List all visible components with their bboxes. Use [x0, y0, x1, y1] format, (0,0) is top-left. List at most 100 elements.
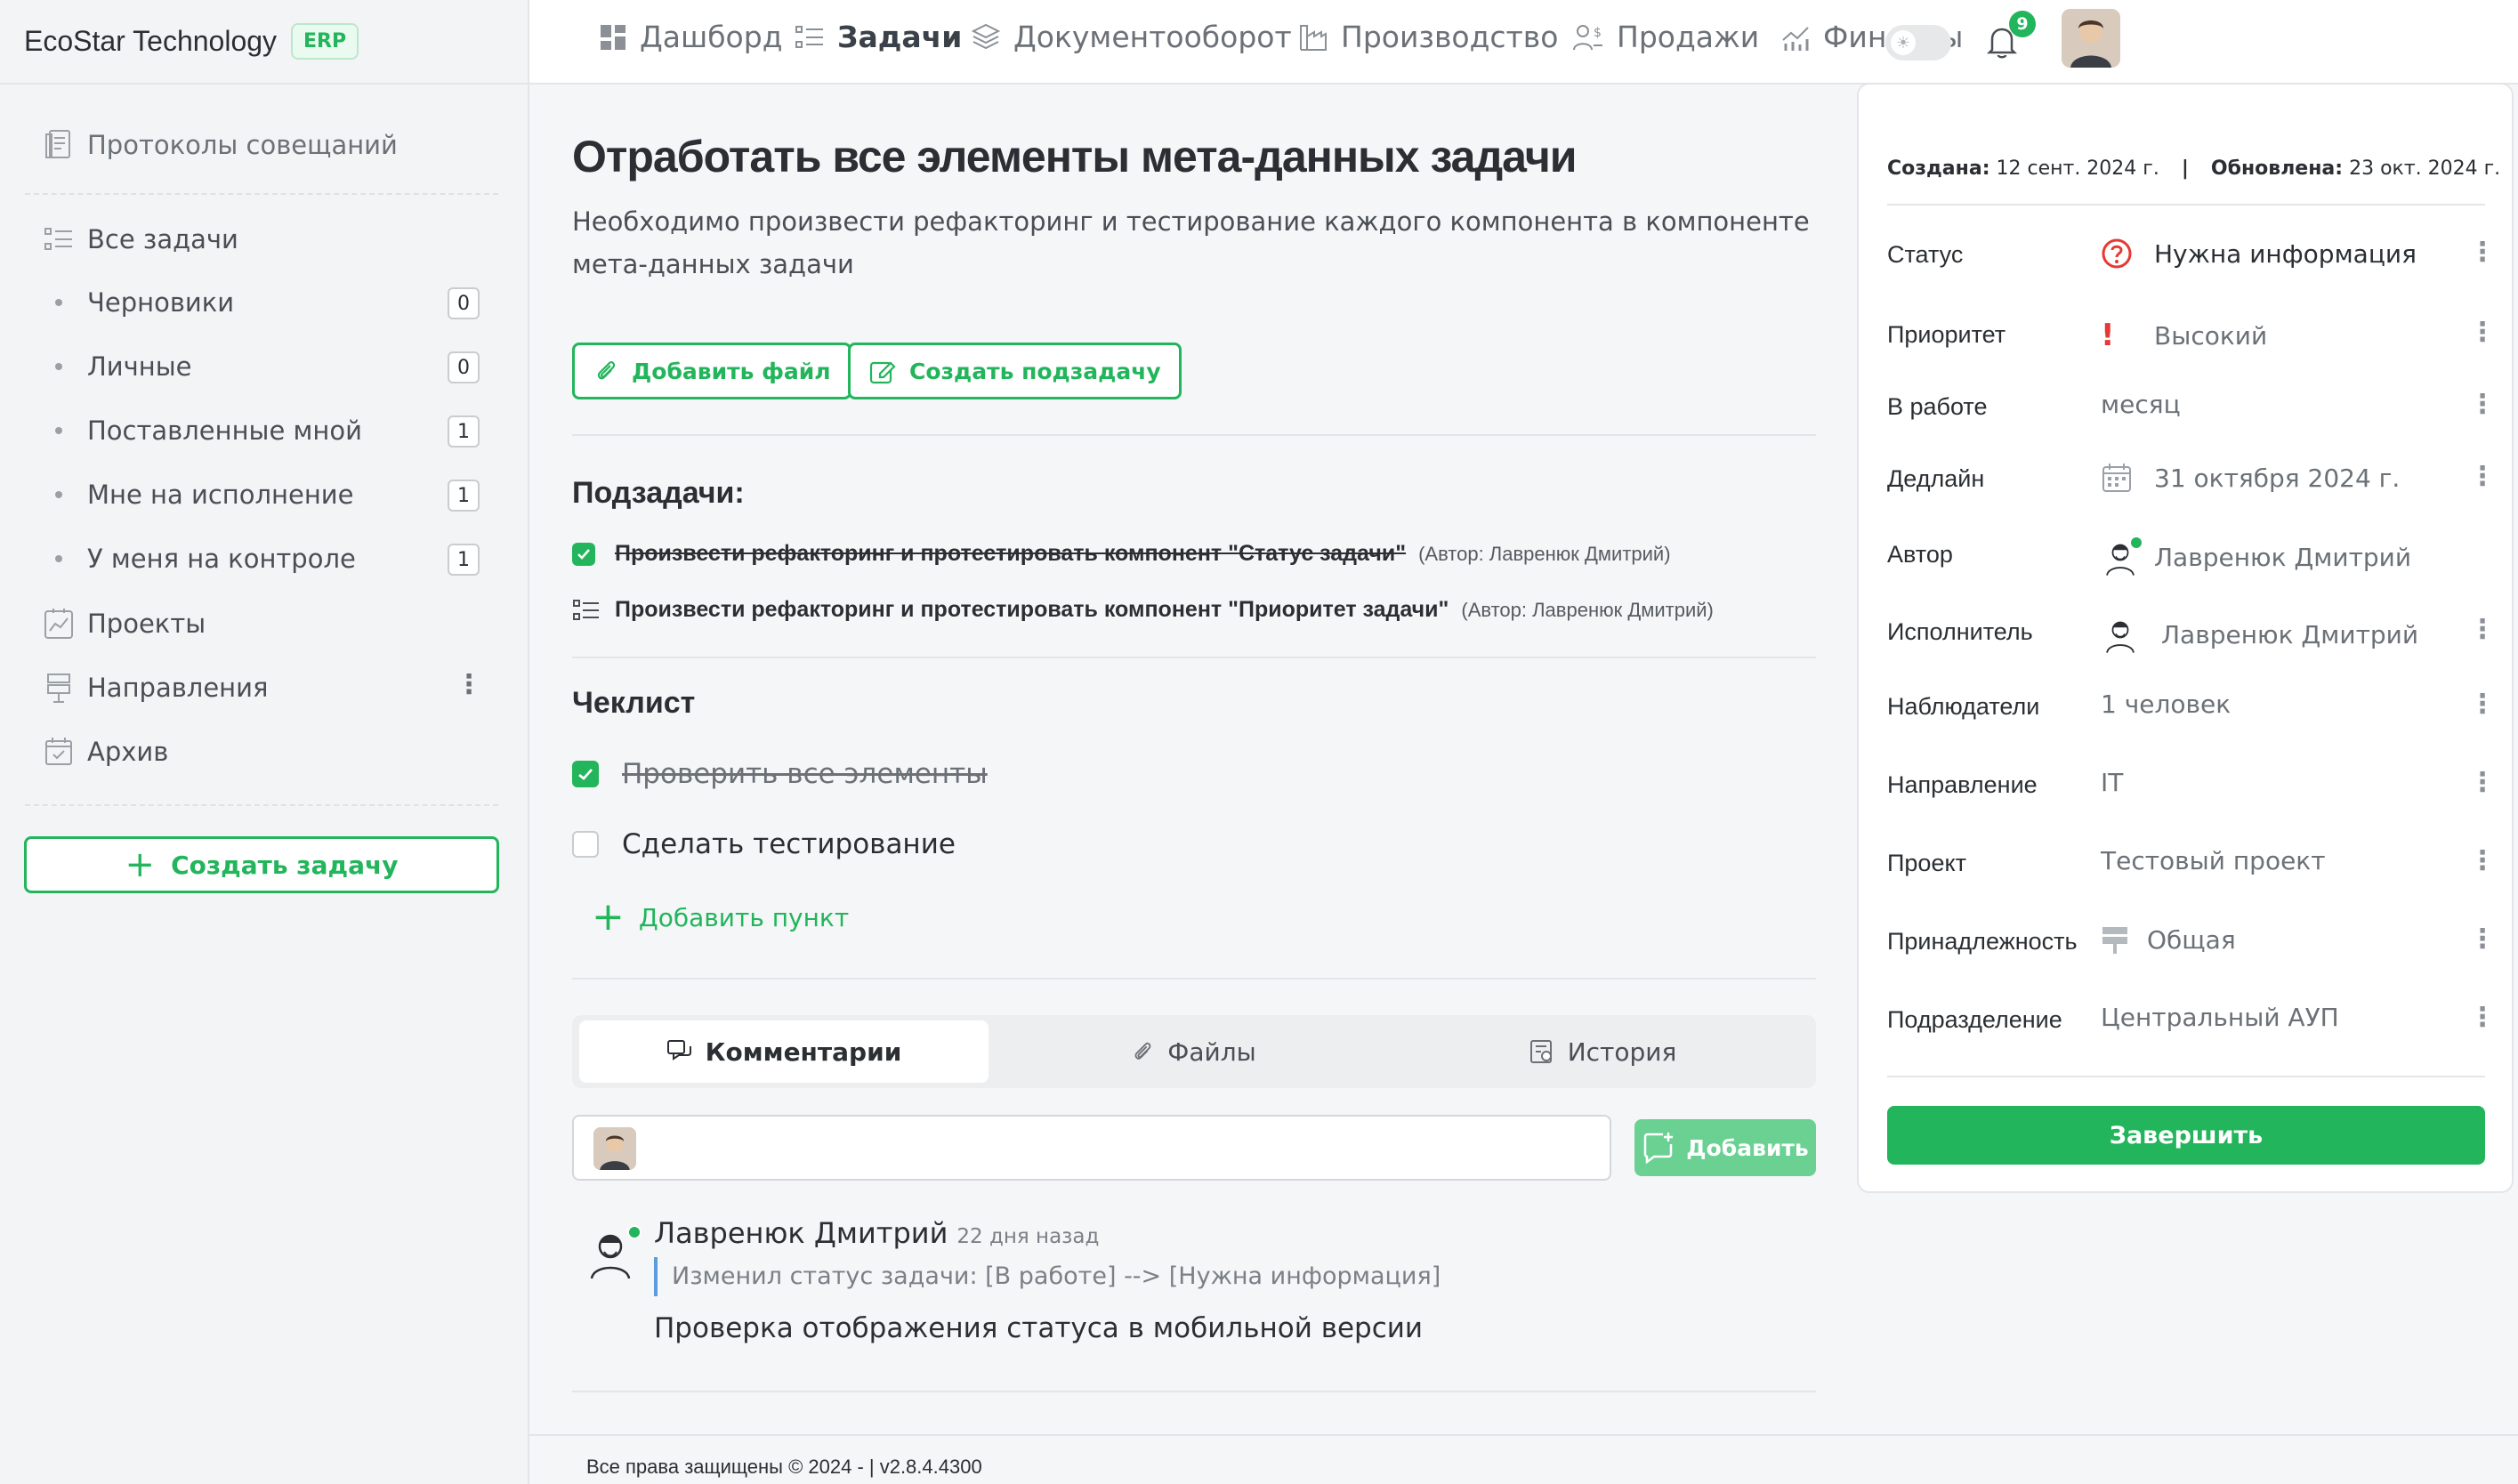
tab-label: История: [1567, 1036, 1677, 1067]
avatar: [2101, 537, 2142, 577]
meta-value[interactable]: IT: [2101, 768, 2123, 797]
sidebar-item-archive[interactable]: Архив: [43, 736, 168, 768]
meta-row-priority[interactable]: Приоритет ! Высокий ⋮: [1887, 312, 2496, 357]
checkbox-checked-icon[interactable]: [572, 761, 599, 787]
task-description: Необходимо произвести рефакторинг и тест…: [572, 206, 1810, 279]
more-vertical-icon[interactable]: ⋮: [2469, 770, 2496, 796]
page-title: Отработать все элементы мета-данных зада…: [572, 132, 1578, 181]
meta-value[interactable]: Лавренюк Дмитрий: [2101, 537, 2411, 577]
user-avatar[interactable]: [2062, 9, 2120, 68]
sidebar-subitem-personal[interactable]: Личные: [55, 351, 192, 382]
more-vertical-icon[interactable]: ⋮: [2469, 926, 2496, 953]
comment-input[interactable]: [572, 1115, 1611, 1181]
more-vertical-icon[interactable]: ⋮: [2469, 319, 2496, 346]
more-vertical-icon[interactable]: ⋮: [2469, 848, 2496, 875]
tab-history[interactable]: История: [1398, 1020, 1807, 1083]
divider: [572, 1391, 1816, 1392]
theme-toggle[interactable]: ☀: [1885, 25, 1951, 60]
create-task-button[interactable]: + Создать задачу: [24, 836, 499, 893]
sidebar-subitem-assigned-by-me[interactable]: Поставленные мной: [55, 415, 362, 446]
more-vertical-icon[interactable]: ⋮: [2469, 391, 2496, 418]
checklist-item[interactable]: Сделать тестирование: [572, 828, 956, 860]
plus-icon: +: [125, 844, 156, 885]
more-vertical-icon[interactable]: ⋮: [2469, 691, 2496, 718]
meta-row-assignee[interactable]: Исполнитель Лавренюк Дмитрий ⋮: [1887, 609, 2496, 654]
nav-dashboard[interactable]: Дашборд: [599, 20, 783, 54]
sidebar-item-projects[interactable]: Проекты: [43, 608, 206, 640]
subtask-name[interactable]: Произвести рефакторинг и протестировать …: [615, 541, 1406, 567]
nav-production[interactable]: Производство: [1298, 20, 1558, 54]
meta-row-department[interactable]: Подразделение Центральный АУП ⋮: [1887, 997, 2496, 1042]
sidebar-subitem-under-control[interactable]: У меня на контроле: [55, 544, 356, 574]
more-vertical-icon[interactable]: ⋮: [2469, 239, 2496, 266]
tab-files[interactable]: Файлы: [989, 1020, 1398, 1083]
sidebar-item-protocols[interactable]: Протоколы совещаний: [43, 129, 398, 161]
checkbox-checked-icon[interactable]: [572, 542, 595, 566]
create-subtask-button[interactable]: Создать подзадачу: [848, 343, 1182, 399]
meta-value[interactable]: ! Высокий: [2101, 318, 2267, 353]
comment-author[interactable]: Лавренюк Дмитрий: [654, 1216, 948, 1250]
subtask-item[interactable]: Произвести рефакторинг и протестировать …: [572, 541, 1671, 567]
meta-row-observers[interactable]: Наблюдатели 1 человек ⋮: [1887, 684, 2496, 729]
sidebar-item-all-tasks[interactable]: Все задачи: [43, 223, 238, 255]
meta-row-in-work[interactable]: В работе месяц ⋮: [1887, 384, 2496, 429]
sidebar-divider: [25, 193, 498, 195]
nav-sales[interactable]: $ Продажи: [1572, 20, 1759, 54]
meta-value[interactable]: 1 человек: [2101, 690, 2231, 719]
department-value: Центральный АУП: [2101, 1003, 2339, 1032]
meta-label: Автор: [1887, 541, 1953, 568]
count-badge: 1: [448, 544, 480, 576]
archive-icon: [43, 736, 75, 768]
bullet: [55, 299, 62, 306]
divider: [572, 978, 1816, 980]
sidebar-subitem-label: Черновики: [87, 287, 235, 318]
nav-label: Задачи: [837, 20, 963, 54]
tab-comments[interactable]: Комментарии: [579, 1020, 989, 1083]
checklist-title: Чеклист: [572, 686, 696, 720]
sidebar-item-directions[interactable]: Направления: [43, 672, 268, 704]
add-file-button[interactable]: Добавить файл: [572, 343, 851, 399]
meta-value[interactable]: Центральный АУП: [2101, 1003, 2339, 1032]
checklist-item[interactable]: Проверить все элементы: [572, 758, 988, 790]
meta-row-deadline[interactable]: Дедлайн 31 октября 2024 г. ⋮: [1887, 456, 2496, 501]
nav-label: Продажи: [1617, 20, 1760, 54]
more-vertical-icon[interactable]: ⋮: [2469, 464, 2496, 490]
sidebar-subitem-to-execute[interactable]: Мне на исполнение: [55, 480, 353, 510]
meta-row-ownership[interactable]: Принадлежность Общая ⋮: [1887, 919, 2496, 964]
sidebar-subitem-drafts[interactable]: Черновики: [55, 287, 234, 318]
more-vertical-icon[interactable]: ⋮: [2469, 1004, 2496, 1031]
paperclip-icon: [1134, 1042, 1151, 1060]
meta-label: Направление: [1887, 771, 2038, 798]
add-comment-button[interactable]: Добавить: [1634, 1119, 1816, 1176]
chart-board-icon: [43, 608, 75, 640]
subtask-author: (Автор: Лавренюк Дмитрий): [1461, 598, 1714, 621]
meta-row-direction[interactable]: Направление IT ⋮: [1887, 762, 2496, 807]
checkbox-unchecked-icon[interactable]: [572, 831, 599, 858]
meta-row-status[interactable]: Статус Нужна информация ⋮: [1887, 232, 2496, 277]
add-checklist-item-button[interactable]: + Добавить пункт: [592, 898, 849, 937]
updated-label: Обновлена:: [2210, 157, 2344, 180]
nav-tasks[interactable]: Задачи: [795, 20, 962, 54]
nav-documents[interactable]: Документооборот: [971, 20, 1292, 54]
more-vertical-icon[interactable]: ⋮: [2469, 617, 2496, 643]
meta-row-project[interactable]: Проект Тестовый проект ⋮: [1887, 841, 2496, 885]
meta-value[interactable]: Тестовый проект: [2101, 846, 2326, 875]
subtask-name[interactable]: Произвести рефакторинг и протестировать …: [615, 597, 1449, 623]
finish-button[interactable]: Завершить: [1887, 1106, 2485, 1165]
ownership-value: Общая: [2147, 924, 2236, 955]
count-badge: 1: [448, 480, 480, 512]
subtask-item[interactable]: Произвести рефакторинг и протестировать …: [572, 597, 1714, 623]
avatar: [593, 1127, 636, 1170]
sidebar-item-label: Направления: [87, 673, 269, 703]
meta-label: Дедлайн: [1887, 465, 1985, 492]
meta-label: Наблюдатели: [1887, 693, 2040, 720]
meta-value[interactable]: Общая: [2101, 924, 2236, 955]
meta-value[interactable]: Лавренюк Дмитрий: [2101, 615, 2418, 654]
checklist-item-label: Проверить все элементы: [622, 758, 988, 790]
meta-value[interactable]: 31 октября 2024 г.: [2101, 462, 2400, 494]
meta-label: Приоритет: [1887, 321, 2006, 348]
observers-value: 1 человек: [2101, 690, 2231, 719]
more-vertical-icon[interactable]: ⋮: [456, 672, 482, 698]
dashboard-icon: [601, 24, 625, 50]
meta-value[interactable]: Нужна информация: [2101, 238, 2417, 270]
